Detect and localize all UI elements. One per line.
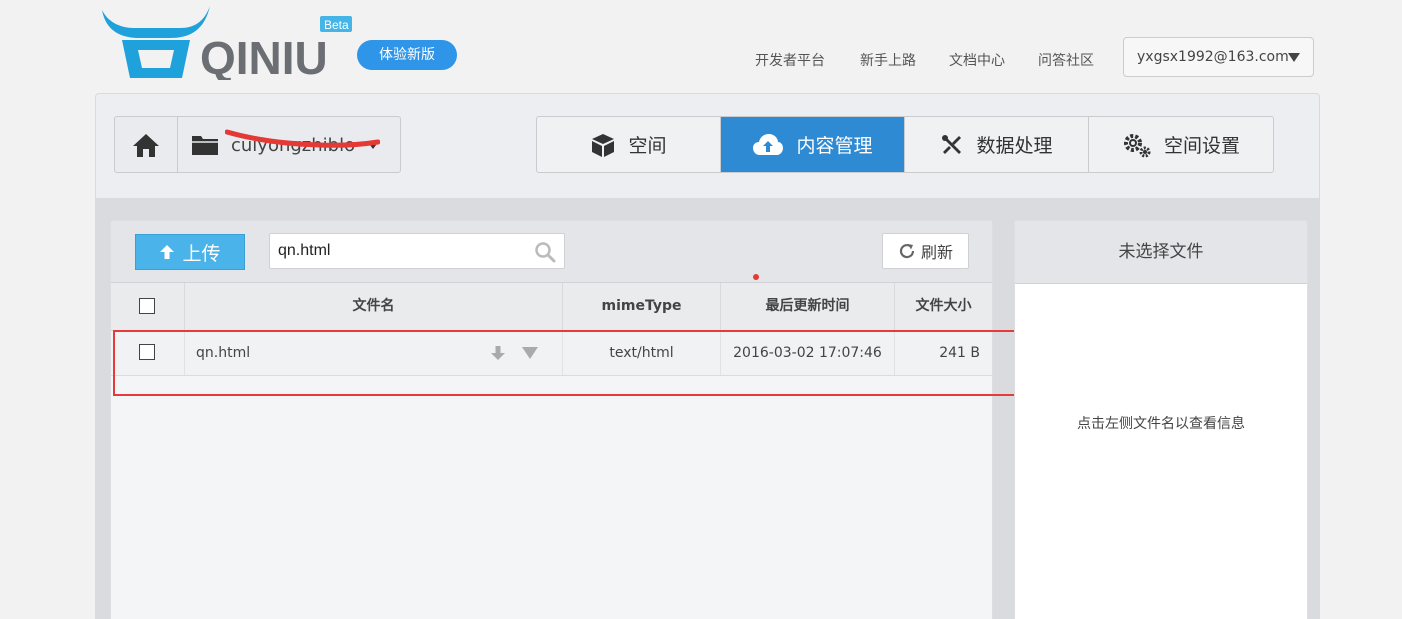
tools-icon — [942, 134, 962, 154]
tab-content-management[interactable]: 内容管理 — [721, 117, 905, 172]
cloud-upload-icon — [753, 133, 784, 155]
user-account-dropdown[interactable]: yxgsx1992@163.com — [1123, 37, 1314, 77]
row-select-cell — [111, 331, 185, 375]
column-header-filename[interactable]: 文件名 — [185, 283, 563, 330]
try-new-version-button[interactable]: 体验新版 — [357, 40, 457, 70]
table-row[interactable]: qn.html text/html 2016-03-02 17:07:46 24… — [111, 331, 992, 376]
tab-data-processing-label: 数据处理 — [976, 135, 1053, 157]
tab-bucket-settings[interactable]: 空间设置 — [1089, 117, 1273, 172]
annotation-dot — [753, 274, 759, 280]
tab-bucket[interactable]: 空间 — [537, 117, 721, 172]
box-icon — [592, 133, 615, 157]
tab-data-processing[interactable]: 数据处理 — [905, 117, 1089, 172]
bucket-name[interactable]: cuiyongzhibloq — [231, 135, 356, 156]
arrow-up-icon — [160, 245, 175, 259]
column-header-updated[interactable]: 最后更新时间 — [721, 283, 895, 330]
row-filename[interactable]: qn.html — [196, 345, 250, 361]
folder-icon — [192, 136, 218, 155]
upload-label: 上传 — [182, 242, 221, 265]
logo-wordmark: QINIU — [200, 32, 328, 80]
search-box — [269, 233, 565, 269]
home-button[interactable] — [115, 117, 178, 172]
info-panel-hint: 点击左侧文件名以查看信息 — [1077, 416, 1245, 432]
select-all-checkbox[interactable] — [139, 298, 155, 314]
nav-docs-center[interactable]: 文档中心 — [949, 50, 1005, 70]
column-header-mimetype[interactable]: mimeType — [563, 283, 721, 330]
caret-down-icon — [1288, 53, 1300, 62]
upload-button[interactable]: 上传 — [135, 234, 245, 270]
search-input[interactable] — [270, 234, 520, 268]
qiniu-logo[interactable]: QINIU Beta — [100, 2, 360, 84]
row-filename-cell: qn.html — [185, 331, 563, 375]
main-tabs: 空间 内容管理 数据处理 空间设置 — [536, 116, 1274, 173]
table-header: 文件名 mimeType 最后更新时间 文件大小 — [111, 283, 992, 331]
select-all-cell — [111, 283, 185, 330]
file-toolbar: 上传 刷新 — [111, 221, 992, 283]
refresh-button[interactable]: 刷新 — [882, 233, 969, 269]
logo-beta-badge: Beta — [324, 18, 349, 32]
nav-developer-platform[interactable]: 开发者平台 — [755, 50, 825, 70]
tab-bucket-settings-label: 空间设置 — [1163, 135, 1240, 157]
bucket-dropdown-caret-icon[interactable] — [367, 141, 379, 149]
nav-getting-started[interactable]: 新手上路 — [860, 50, 916, 70]
row-updated: 2016-03-02 17:07:46 — [721, 331, 895, 375]
download-icon[interactable] — [490, 345, 506, 361]
nav-qa-community[interactable]: 问答社区 — [1038, 50, 1094, 70]
row-checkbox[interactable] — [139, 344, 155, 360]
search-icon[interactable] — [534, 241, 556, 263]
info-panel-title: 未选择文件 — [1015, 221, 1307, 284]
tab-bucket-label: 空间 — [628, 135, 667, 157]
column-header-size[interactable]: 文件大小 — [895, 283, 992, 330]
file-list-card: 上传 刷新 文件名 mimeType 最后更新时间 文件大小 — [110, 220, 993, 619]
row-menu-caret-icon[interactable] — [521, 346, 539, 360]
file-info-panel: 未选择文件 点击左侧文件名以查看信息 — [1014, 220, 1308, 619]
gears-icon — [1123, 133, 1151, 157]
home-icon — [133, 134, 159, 157]
refresh-icon — [899, 243, 915, 259]
row-mimetype: text/html — [563, 331, 721, 375]
user-email: yxgsx1992@163.com — [1137, 49, 1289, 65]
ox-logo-icon: QINIU Beta — [102, 6, 352, 84]
bucket-selector: cuiyongzhibloq — [114, 116, 401, 173]
row-size: 241 B — [939, 345, 980, 361]
tab-content-management-label: 内容管理 — [796, 135, 873, 157]
refresh-label: 刷新 — [920, 243, 953, 262]
